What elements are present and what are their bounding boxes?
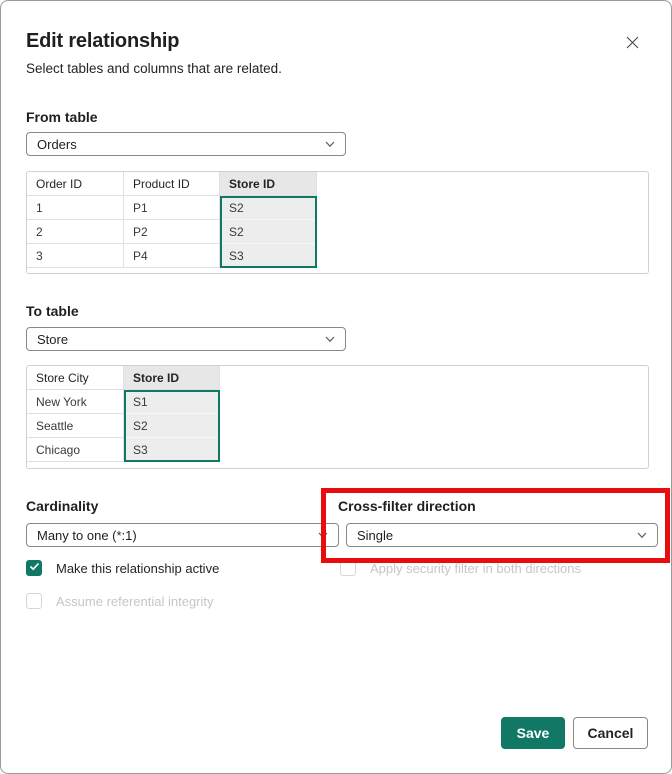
cross-filter-direction-label: Cross-filter direction <box>338 498 476 514</box>
close-button[interactable] <box>617 29 647 59</box>
cross-filter-selected-value: Single <box>357 528 393 543</box>
cardinality-dropdown[interactable]: Many to one (*:1) <box>26 523 339 547</box>
cancel-button-label: Cancel <box>588 725 634 741</box>
table-cell-selected[interactable]: S2 <box>124 414 220 438</box>
table-row: 2 P2 S2 <box>27 220 648 244</box>
chevron-down-icon <box>635 528 649 542</box>
table-cell-selected[interactable]: S1 <box>124 390 220 414</box>
edit-relationship-dialog: Edit relationship Select tables and colu… <box>0 0 672 774</box>
table-row: Seattle S2 <box>27 414 648 438</box>
make-relationship-active-checkbox[interactable] <box>26 560 42 576</box>
apply-security-filter-checkbox <box>340 560 356 576</box>
table-row: New York S1 <box>27 390 648 414</box>
table-cell-selected[interactable]: S2 <box>220 220 317 244</box>
table-cell[interactable]: 2 <box>27 220 124 244</box>
save-button[interactable]: Save <box>501 717 565 749</box>
close-icon <box>625 35 640 53</box>
to-table-preview: Store City Store ID New York S1 Seattle … <box>26 365 649 469</box>
table-cell[interactable]: New York <box>27 390 124 414</box>
make-relationship-active-label[interactable]: Make this relationship active <box>56 560 219 578</box>
table-cell-selected[interactable]: S3 <box>124 438 220 462</box>
table-cell[interactable]: P1 <box>124 196 220 220</box>
column-header[interactable]: Order ID <box>27 172 124 196</box>
table-cell-selected[interactable]: S3 <box>220 244 317 268</box>
chevron-down-icon <box>323 137 337 151</box>
table-header-row: Store City Store ID <box>27 366 648 390</box>
table-cell-selected[interactable]: S2 <box>220 196 317 220</box>
table-cell[interactable]: 3 <box>27 244 124 268</box>
table-cell[interactable]: P4 <box>124 244 220 268</box>
table-row: 1 P1 S2 <box>27 196 648 220</box>
to-table-label: To table <box>26 303 79 319</box>
table-header-row: Order ID Product ID Store ID <box>27 172 648 196</box>
from-table-selected-value: Orders <box>37 137 77 152</box>
dialog-title: Edit relationship <box>26 30 179 53</box>
table-cell[interactable]: 1 <box>27 196 124 220</box>
column-header-selected[interactable]: Store ID <box>220 172 317 196</box>
check-icon <box>29 559 40 577</box>
chevron-down-icon <box>316 528 330 542</box>
dialog-subtitle: Select tables and columns that are relat… <box>26 61 282 76</box>
column-header[interactable]: Store City <box>27 366 124 390</box>
cancel-button[interactable]: Cancel <box>573 717 648 749</box>
save-button-label: Save <box>517 725 550 741</box>
apply-security-filter-label: Apply security filter in both directions <box>370 560 581 578</box>
table-row: Chicago S3 <box>27 438 648 462</box>
table-cell[interactable]: P2 <box>124 220 220 244</box>
cardinality-selected-value: Many to one (*:1) <box>37 528 137 543</box>
from-table-label: From table <box>26 109 98 125</box>
to-table-dropdown[interactable]: Store <box>26 327 346 351</box>
table-row: 3 P4 S3 <box>27 244 648 268</box>
table-cell[interactable]: Seattle <box>27 414 124 438</box>
chevron-down-icon <box>323 332 337 346</box>
cross-filter-direction-dropdown[interactable]: Single <box>346 523 658 547</box>
column-header[interactable]: Product ID <box>124 172 220 196</box>
to-table-selected-value: Store <box>37 332 68 347</box>
assume-referential-integrity-label: Assume referential integrity <box>56 593 214 611</box>
assume-referential-integrity-checkbox <box>26 593 42 609</box>
from-table-dropdown[interactable]: Orders <box>26 132 346 156</box>
cardinality-label: Cardinality <box>26 498 98 514</box>
from-table-preview: Order ID Product ID Store ID 1 P1 S2 2 P… <box>26 171 649 274</box>
table-cell[interactable]: Chicago <box>27 438 124 462</box>
column-header-selected[interactable]: Store ID <box>124 366 220 390</box>
